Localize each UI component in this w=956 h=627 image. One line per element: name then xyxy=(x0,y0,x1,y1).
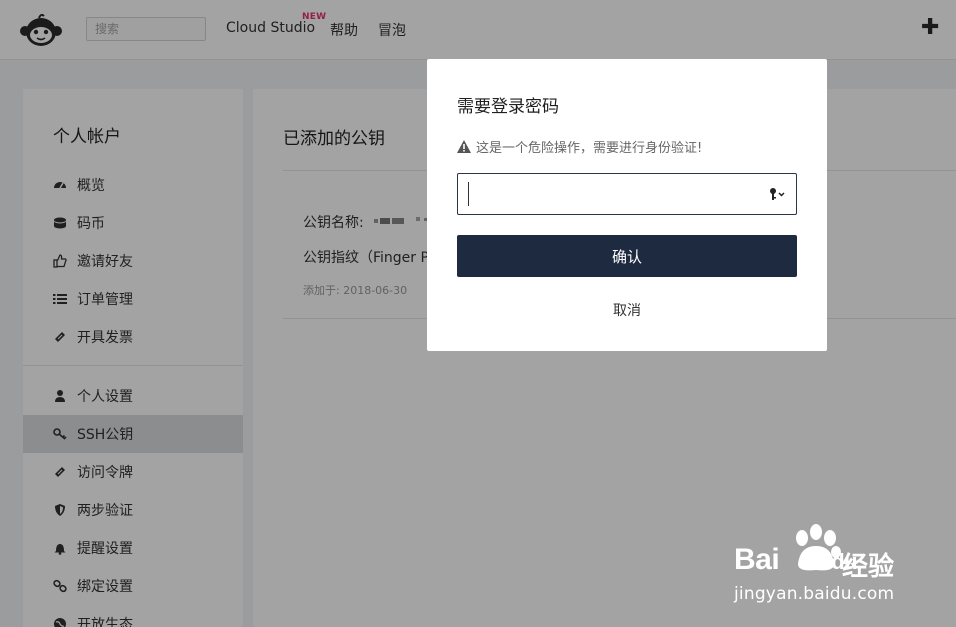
password-field[interactable] xyxy=(457,173,797,215)
password-modal: 需要登录密码 这是一个危险操作，需要进行身份验证! 确认 取消 xyxy=(427,59,827,351)
modal-title: 需要登录密码 xyxy=(457,97,559,117)
text-caret xyxy=(468,182,469,206)
warning-icon xyxy=(457,140,471,153)
baidu-paw-icon xyxy=(796,524,841,571)
warning-message: 这是一个危险操作，需要进行身份验证! xyxy=(457,137,702,156)
cancel-button[interactable]: 取消 xyxy=(457,296,797,324)
watermark-url: jingyan.baidu.com xyxy=(734,584,895,604)
confirm-button[interactable]: 确认 xyxy=(457,235,797,277)
watermark-cn: 经验 xyxy=(842,552,895,582)
warning-text: 这是一个危险操作，需要进行身份验证! xyxy=(476,141,703,156)
password-key-dropdown-icon[interactable] xyxy=(768,187,786,201)
password-input[interactable] xyxy=(458,174,758,214)
